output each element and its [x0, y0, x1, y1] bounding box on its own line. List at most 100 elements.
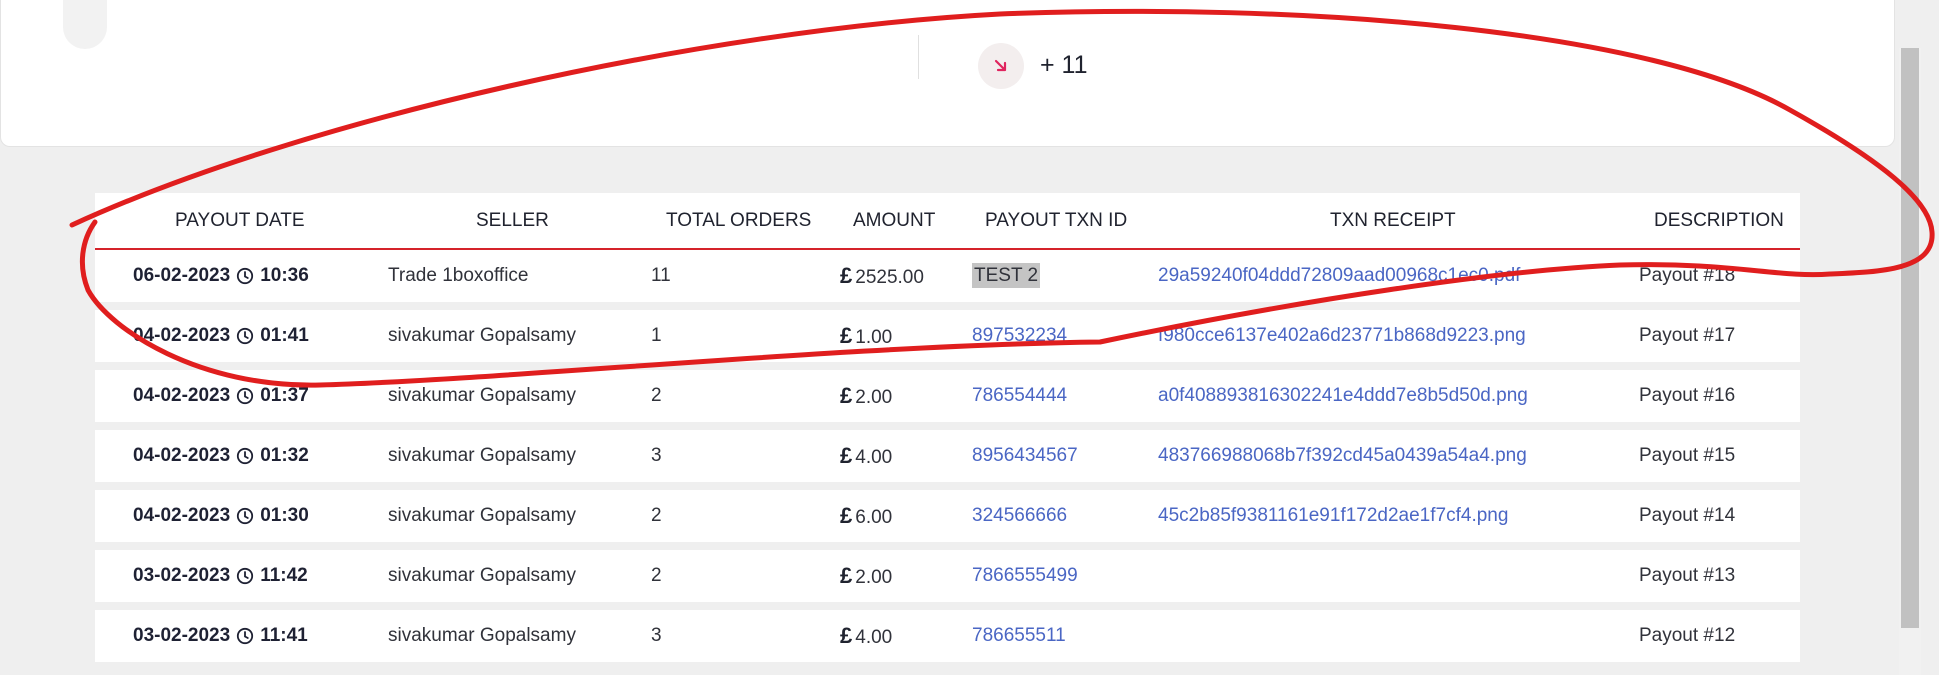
- currency-symbol: £: [840, 443, 853, 468]
- time-text: 10:36: [260, 265, 309, 286]
- header-description[interactable]: DESCRIPTION: [1654, 193, 1784, 248]
- cell-payout-date: 04-02-2023 01:41: [133, 310, 309, 362]
- cell-seller: sivakumar Gopalsamy: [388, 565, 576, 586]
- date-text: 03-02-2023: [133, 625, 231, 646]
- stat-icon-circle: [63, 0, 107, 49]
- cell-txn-receipt[interactable]: a0f408893816302241e4ddd7e8b5d50d.png: [1158, 370, 1528, 422]
- txn-id-link[interactable]: TEST 2: [972, 263, 1041, 288]
- clock-icon: [237, 627, 254, 645]
- header-total-orders[interactable]: TOTAL ORDERS: [666, 193, 811, 248]
- clock-icon: [237, 387, 254, 405]
- time-text: 01:41: [260, 325, 309, 346]
- clock-icon: [237, 447, 254, 465]
- cell-amount: £4.00: [840, 430, 892, 482]
- cell-payout-date: 03-02-2023 11:41: [133, 610, 308, 662]
- date-text: 04-02-2023: [133, 385, 231, 406]
- time-text: 01:32: [260, 445, 309, 466]
- cell-description: Payout #16: [1639, 385, 1736, 406]
- header-seller[interactable]: SELLER: [476, 193, 549, 248]
- table-row[interactable]: 03-02-2023 11:41 sivakumar Gopalsamy 3 £4.00…: [95, 610, 1800, 662]
- cell-payout-txn-id[interactable]: 7866555499: [972, 550, 1078, 602]
- cell-total-orders: 2: [651, 385, 662, 406]
- cell-description: Payout #14: [1639, 505, 1736, 526]
- cell-txn-receipt[interactable]: 45c2b85f9381161e91f172d2ae1f7cf4.png: [1158, 490, 1508, 542]
- cell-payout-txn-id[interactable]: TEST 2: [972, 250, 1041, 302]
- txn-id-link[interactable]: 8956434567: [972, 445, 1078, 466]
- cell-amount: £1.00: [840, 310, 892, 362]
- currency-symbol: £: [840, 623, 853, 648]
- scrollbar-thumb[interactable]: [1901, 48, 1919, 628]
- amount-value: 2.00: [855, 387, 893, 408]
- cell-seller: sivakumar Gopalsamy: [388, 505, 576, 526]
- clock-icon: [237, 267, 254, 285]
- currency-symbol: £: [840, 383, 853, 408]
- cell-payout-txn-id[interactable]: 897532234: [972, 310, 1067, 362]
- cell-total-orders: 3: [651, 445, 662, 466]
- amount-value: 4.00: [855, 447, 893, 468]
- amount-value: 2525.00: [855, 267, 924, 288]
- cell-description: Payout #17: [1639, 325, 1736, 346]
- cell-txn-receipt[interactable]: 483766988068b7f392cd45a0439a54a4.png: [1158, 430, 1527, 482]
- table-row[interactable]: 04-02-2023 01:41 sivakumar Gopalsamy 1 £1.00…: [95, 310, 1800, 362]
- table-row[interactable]: 04-02-2023 01:37 sivakumar Gopalsamy 2 £2.00…: [95, 370, 1800, 422]
- cell-payout-date: 03-02-2023 11:42: [133, 550, 308, 602]
- date-text: 04-02-2023: [133, 325, 231, 346]
- txn-id-link[interactable]: 7866555499: [972, 565, 1078, 586]
- cell-payout-date: 04-02-2023 01:32: [133, 430, 309, 482]
- cell-amount: £2.00: [840, 550, 892, 602]
- cell-payout-date: 04-02-2023 01:30: [133, 490, 309, 542]
- table-row[interactable]: 04-02-2023 01:32 sivakumar Gopalsamy 3 £4.00…: [95, 430, 1800, 482]
- currency-symbol: £: [840, 323, 853, 348]
- cell-amount: £4.00: [840, 610, 892, 662]
- amount-value: 4.00: [855, 627, 893, 648]
- txn-id-link[interactable]: 786554444: [972, 385, 1067, 406]
- date-text: 03-02-2023: [133, 565, 231, 586]
- stat-value: + 11: [1040, 51, 1088, 79]
- time-text: 11:42: [260, 565, 308, 586]
- stats-divider: [918, 35, 919, 79]
- currency-symbol: £: [840, 563, 853, 588]
- date-text: 04-02-2023: [133, 445, 231, 466]
- currency-symbol: £: [840, 503, 853, 528]
- cell-amount: £6.00: [840, 490, 892, 542]
- table-row[interactable]: 04-02-2023 01:30 sivakumar Gopalsamy 2 £6.00…: [95, 490, 1800, 542]
- header-amount[interactable]: AMOUNT: [853, 193, 935, 248]
- date-text: 04-02-2023: [133, 505, 231, 526]
- cell-payout-txn-id[interactable]: 786554444: [972, 370, 1067, 422]
- cell-seller: sivakumar Gopalsamy: [388, 385, 576, 406]
- table-body: 06-02-2023 10:36 Trade 1boxoffice 11 £2525.0…: [95, 250, 1800, 662]
- cell-total-orders: 11: [651, 265, 671, 286]
- cell-payout-txn-id[interactable]: 8956434567: [972, 430, 1078, 482]
- cell-txn-receipt[interactable]: f980cce6137e402a6d23771b868d9223.png: [1158, 310, 1526, 362]
- cell-seller: sivakumar Gopalsamy: [388, 445, 576, 466]
- cell-payout-date: 04-02-2023 01:37: [133, 370, 309, 422]
- cell-total-orders: 3: [651, 625, 662, 646]
- cell-description: Payout #13: [1639, 565, 1736, 586]
- cell-total-orders: 1: [651, 325, 662, 346]
- cell-seller: Trade 1boxoffice: [388, 265, 529, 286]
- cell-txn-receipt[interactable]: 29a59240f04ddd72809aad00968c1ec0.pdf: [1158, 250, 1520, 302]
- date-text: 06-02-2023: [133, 265, 231, 286]
- table-row[interactable]: 06-02-2023 10:36 Trade 1boxoffice 11 £2525.0…: [95, 250, 1800, 302]
- header-payout-date[interactable]: PAYOUT DATE: [175, 193, 305, 248]
- clock-icon: [237, 327, 254, 345]
- cell-seller: sivakumar Gopalsamy: [388, 625, 576, 646]
- amount-value: 1.00: [855, 327, 893, 348]
- cell-seller: sivakumar Gopalsamy: [388, 325, 576, 346]
- currency-symbol: £: [840, 263, 853, 288]
- payouts-table: PAYOUT DATE SELLER TOTAL ORDERS AMOUNT P…: [95, 193, 1800, 670]
- cell-amount: £2.00: [840, 370, 892, 422]
- stats-card: [0, 0, 1895, 147]
- txn-id-link[interactable]: 897532234: [972, 325, 1067, 346]
- cell-payout-txn-id[interactable]: 324566666: [972, 490, 1067, 542]
- cell-payout-txn-id[interactable]: 786655511: [972, 610, 1066, 662]
- header-txn-receipt[interactable]: TXN RECEIPT: [1330, 193, 1456, 248]
- txn-id-link[interactable]: 786655511: [972, 625, 1066, 646]
- header-payout-txn-id[interactable]: PAYOUT TXN ID: [985, 193, 1127, 248]
- cell-total-orders: 2: [651, 565, 662, 586]
- clock-icon: [237, 507, 254, 525]
- cell-description: Payout #15: [1639, 445, 1736, 466]
- txn-id-link[interactable]: 324566666: [972, 505, 1067, 526]
- table-row[interactable]: 03-02-2023 11:42 sivakumar Gopalsamy 2 £2.00…: [95, 550, 1800, 602]
- time-text: 01:30: [260, 505, 309, 526]
